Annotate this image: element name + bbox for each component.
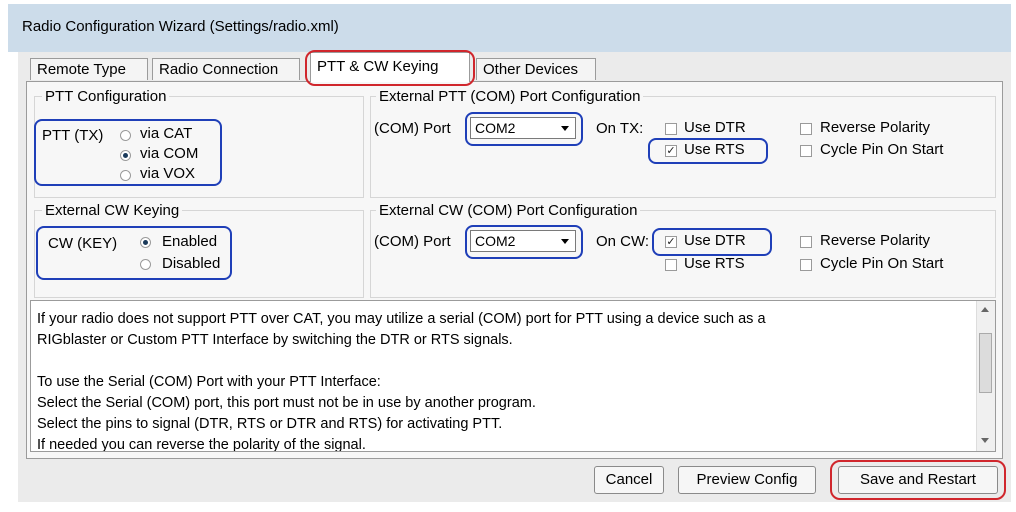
- info-line: RIGblaster or Custom PTT Interface by sw…: [37, 332, 513, 348]
- ext-ptt-port-highlight: [465, 112, 583, 146]
- ptt-config-group-label: PTT Configuration: [42, 88, 170, 105]
- ext-ptt-cycle-pin-checkbox[interactable]: [800, 145, 812, 157]
- info-textbox[interactable]: If your radio does not support PTT over …: [30, 300, 996, 452]
- tab-highlight: [305, 50, 475, 86]
- window-title: Radio Configuration Wizard (Settings/rad…: [22, 18, 339, 35]
- info-scrollbar[interactable]: [976, 301, 995, 451]
- preview-config-button[interactable]: Preview Config: [678, 466, 816, 494]
- tab-other-devices[interactable]: Other Devices: [476, 58, 596, 80]
- tab-radio-connection[interactable]: Radio Connection: [152, 58, 300, 80]
- info-line: To use the Serial (COM) Port with your P…: [37, 374, 381, 390]
- ext-ptt-reverse-polarity-label[interactable]: Reverse Polarity: [820, 119, 930, 136]
- tab-remote-type[interactable]: Remote Type: [30, 58, 148, 80]
- ext-cw-cycle-pin-checkbox[interactable]: [800, 259, 812, 271]
- scroll-thumb[interactable]: [979, 333, 992, 393]
- ext-ptt-rts-highlight: [648, 138, 768, 164]
- ext-ptt-on-label: On TX:: [596, 120, 644, 137]
- ext-ptt-cycle-pin-label[interactable]: Cycle Pin On Start: [820, 141, 943, 158]
- save-button-highlight: [830, 460, 1006, 500]
- ext-cw-reverse-polarity-checkbox[interactable]: [800, 236, 812, 248]
- ext-cw-cycle-pin-label[interactable]: Cycle Pin On Start: [820, 255, 943, 272]
- ext-cw-reverse-polarity-label[interactable]: Reverse Polarity: [820, 232, 930, 249]
- cw-keying-highlight: [36, 226, 232, 280]
- ptt-highlight: [34, 119, 222, 186]
- ext-ptt-reverse-polarity-checkbox[interactable]: [800, 123, 812, 135]
- info-line: If needed you can reverse the polarity o…: [37, 437, 366, 452]
- ext-cw-use-rts-checkbox[interactable]: [665, 259, 677, 271]
- ext-cw-port-highlight: [465, 225, 583, 259]
- ext-cw-port-label: (COM) Port: [374, 233, 451, 250]
- ext-cw-on-label: On CW:: [596, 233, 650, 250]
- scroll-down-icon[interactable]: [981, 438, 989, 443]
- ext-ptt-port-label: (COM) Port: [374, 120, 451, 137]
- scroll-up-icon[interactable]: [981, 307, 989, 312]
- ext-cw-use-rts-label[interactable]: Use RTS: [684, 255, 745, 272]
- info-line: Select the pins to signal (DTR, RTS or D…: [37, 416, 503, 432]
- ext-ptt-use-dtr-checkbox[interactable]: [665, 123, 677, 135]
- ext-cw-group-label: External CW (COM) Port Configuration: [376, 202, 641, 219]
- cancel-button[interactable]: Cancel: [594, 466, 664, 494]
- ext-ptt-use-dtr-label[interactable]: Use DTR: [684, 119, 746, 136]
- info-line: Select the Serial (COM) port, this port …: [37, 395, 536, 411]
- ext-cw-dtr-highlight: [652, 228, 772, 256]
- cw-keying-group-label: External CW Keying: [42, 202, 183, 219]
- info-line: If your radio does not support PTT over …: [37, 311, 766, 327]
- ext-ptt-group-label: External PTT (COM) Port Configuration: [376, 88, 644, 105]
